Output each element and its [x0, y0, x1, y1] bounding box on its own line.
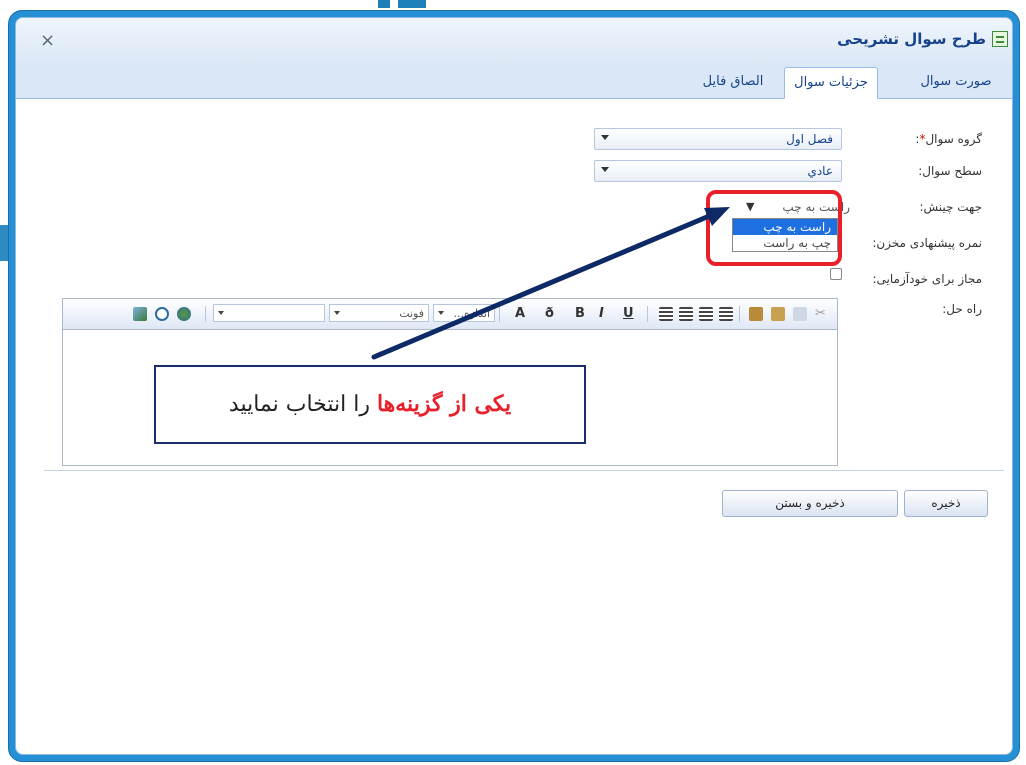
tab-question-text[interactable]: صورت سوال [908, 67, 1004, 97]
self-test-checkbox[interactable] [830, 268, 842, 280]
direction-label: جهت چینش: [919, 200, 982, 214]
tab-question-details[interactable]: جزئیات سوال [784, 67, 878, 99]
dialog-window: طرح سوال تشریحی × صورت سوال جزئیات سوال … [8, 10, 1020, 762]
group-select[interactable]: فصل اول [594, 128, 842, 150]
save-button[interactable]: ذخیره [904, 490, 988, 517]
toolbar-separator [647, 306, 648, 322]
toolbar-separator [205, 306, 206, 322]
callout-text: را انتخاب نمایید [228, 392, 377, 417]
close-button[interactable]: × [40, 30, 55, 51]
link-icon[interactable] [177, 307, 191, 321]
dialog-body: طرح سوال تشریحی × صورت سوال جزئیات سوال … [15, 17, 1013, 755]
instruction-callout: یکی از گزینه‌ها را انتخاب نمایید [154, 365, 586, 444]
bold-icon[interactable]: B [575, 306, 585, 321]
image-icon[interactable] [133, 307, 147, 321]
font-color-icon[interactable]: A [515, 306, 525, 321]
justify-icon[interactable] [719, 307, 733, 321]
background-window-edge [378, 0, 426, 8]
level-select-value: عادي [807, 164, 833, 178]
align-right-icon[interactable] [699, 307, 713, 321]
chevron-down-icon [218, 311, 224, 315]
font-family-select-value: فونت [399, 307, 424, 320]
form-divider [44, 470, 1004, 471]
dialog-titlebar: طرح سوال تشریحی × [16, 18, 1012, 65]
dialog-title: طرح سوال تشریحی [837, 30, 986, 48]
callout-highlight: یکی از گزینه‌ها [376, 391, 512, 417]
cut-icon[interactable]: ✂ [815, 306, 826, 321]
underline-icon[interactable]: U [623, 306, 634, 321]
details-form: گروه سوال*: فصل اول سطح سوال: عادي جهت چ… [16, 98, 1012, 754]
align-center-icon[interactable] [679, 307, 693, 321]
chevron-down-icon [334, 311, 340, 315]
media-icon[interactable] [155, 307, 169, 321]
solution-label: راه حل: [942, 302, 982, 316]
level-select[interactable]: عادي [594, 160, 842, 182]
self-test-label: مجاز برای خودآزمایی: [872, 272, 983, 286]
editor-toolbar: ✂ U I B ð A اندازه... فونت [63, 299, 837, 330]
chevron-down-icon [438, 311, 444, 315]
tab-bar: صورت سوال جزئیات سوال الصاق فایل [16, 64, 1012, 99]
level-label: سطح سوال: [918, 164, 982, 178]
group-label: گروه سوال*: [915, 132, 982, 146]
highlight-box [706, 190, 842, 266]
highlight-color-icon[interactable]: ð [545, 306, 554, 321]
toolbar-separator [739, 306, 740, 322]
align-left-icon[interactable] [659, 307, 673, 321]
paste-icon[interactable] [771, 307, 785, 321]
format-select[interactable] [213, 304, 325, 322]
save-close-button[interactable]: ذخیره و بستن [722, 490, 898, 517]
italic-icon[interactable]: I [599, 306, 604, 321]
tab-attach-file[interactable]: الصاق فایل [688, 67, 778, 97]
score-label: نمره پیشنهادی مخزن: [872, 236, 982, 250]
font-size-select[interactable]: اندازه... [433, 304, 495, 322]
chevron-down-icon [601, 135, 609, 140]
font-size-select-value: اندازه... [453, 307, 490, 320]
chevron-down-icon [601, 167, 609, 172]
toolbar-separator [499, 306, 500, 322]
paste-word-icon[interactable] [749, 307, 763, 321]
group-select-value: فصل اول [786, 132, 833, 146]
font-family-select[interactable]: فونت [329, 304, 429, 322]
form-icon [992, 31, 1008, 47]
copy-icon[interactable] [793, 307, 807, 321]
